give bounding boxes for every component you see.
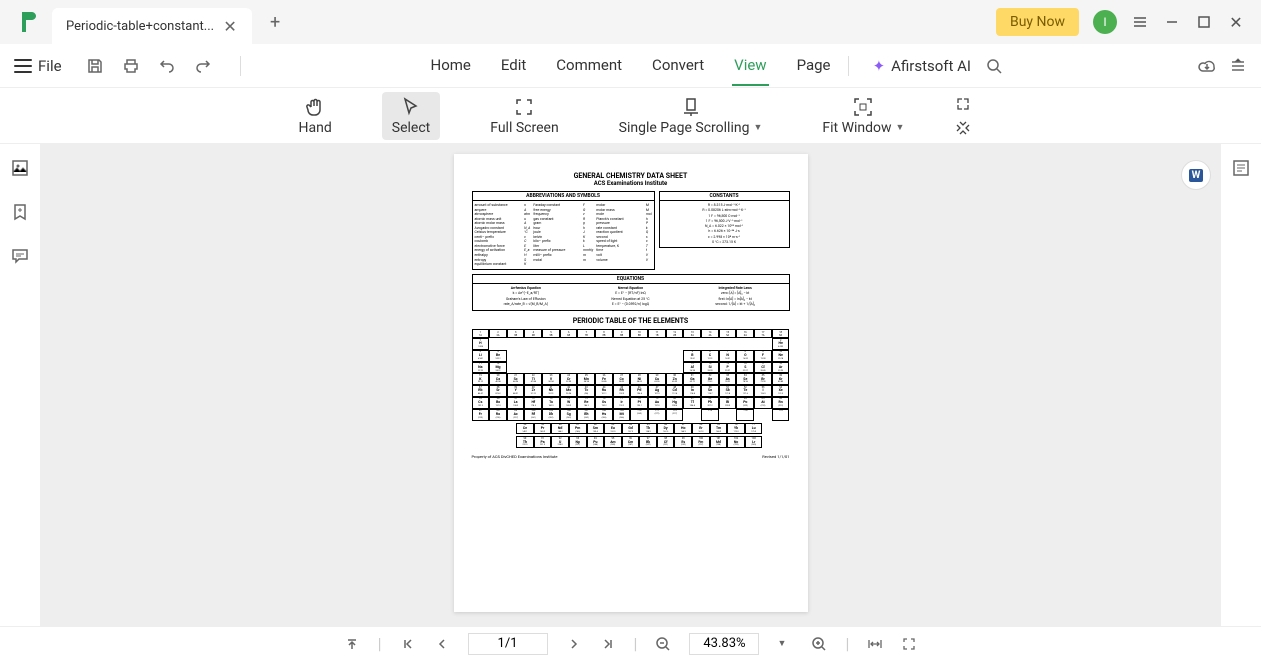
ai-button[interactable]: ✦ Afirstsoft AI bbox=[873, 57, 971, 75]
tab-convert[interactable]: Convert bbox=[650, 46, 706, 86]
zoom-input[interactable] bbox=[689, 633, 759, 655]
tab-edit[interactable]: Edit bbox=[499, 46, 528, 86]
menu-icon[interactable] bbox=[1131, 13, 1149, 31]
cloud-icon[interactable] bbox=[1197, 57, 1215, 75]
eq-col-3: Integrated Rate Lawszero: [A] = [A]₀ − k… bbox=[684, 286, 787, 308]
single-page-tool[interactable]: Single Page Scrolling ▼ bbox=[609, 92, 773, 140]
tab-page[interactable]: Page bbox=[795, 46, 833, 86]
tab-title: Periodic-table+constant... bbox=[66, 19, 214, 34]
hand-icon bbox=[304, 96, 326, 118]
single-page-label: Single Page Scrolling ▼ bbox=[619, 120, 763, 136]
const-table: R = 8.315 J·mol⁻¹·K⁻¹R = 0.08206 L·atm·m… bbox=[659, 200, 790, 248]
comment-icon[interactable] bbox=[10, 246, 30, 266]
divider bbox=[240, 56, 241, 76]
periodic-table: 1H1.0082He4.0033Li6.9414Be9.0125B10.816C… bbox=[472, 338, 790, 420]
tab-home[interactable]: Home bbox=[428, 46, 472, 86]
view-tools-stack bbox=[954, 95, 972, 137]
page-input[interactable] bbox=[468, 633, 548, 655]
save-icon[interactable] bbox=[86, 57, 104, 75]
actinides-row: 90Th232.091Pa231.092U238.093Np(237)94Pu(… bbox=[499, 436, 763, 448]
hamburger-icon bbox=[14, 59, 32, 73]
doc-title: GENERAL CHEMISTRY DATA SHEET bbox=[472, 172, 790, 180]
outline-icon[interactable] bbox=[1231, 158, 1251, 178]
hand-label: Hand bbox=[299, 120, 332, 136]
fit-window-tool[interactable]: Fit Window ▼ bbox=[812, 92, 914, 140]
fullscreen-tool[interactable]: Full Screen bbox=[480, 92, 568, 140]
pt-title: PERIODIC TABLE OF THE ELEMENTS bbox=[472, 317, 790, 325]
document-tab[interactable]: Periodic-table+constant... ✕ bbox=[52, 8, 252, 44]
add-tab-button[interactable]: + bbox=[260, 7, 290, 37]
thumbnails-icon[interactable] bbox=[10, 158, 30, 178]
zoom-dropdown-icon[interactable]: ▼ bbox=[777, 638, 793, 649]
fit-page-icon[interactable] bbox=[901, 636, 917, 652]
menubar: File Home Edit Comment Convert View Page ✦ Af… bbox=[0, 44, 1261, 88]
fit-window-label: Fit Window ▼ bbox=[822, 120, 904, 136]
revised-text: Revised 1/1/01 bbox=[762, 454, 789, 459]
periodic-table-groups: 11A22A33B44B55B66B77B88B98B108B111B122B1… bbox=[472, 329, 790, 338]
chevron-down-icon: ▼ bbox=[753, 122, 762, 133]
select-tool[interactable]: Select bbox=[382, 92, 440, 140]
abbr-table: amount of substancenFaraday constantFmol… bbox=[472, 200, 655, 270]
right-rail bbox=[1221, 144, 1261, 626]
doc-footer: Property of ACS DivCHED Examinations Ins… bbox=[472, 454, 790, 459]
window-close-icon[interactable]: ✕ bbox=[1227, 13, 1245, 31]
eq-col-1: Arrhenius Equationk = Ae^(−E_a/RT)Graham… bbox=[475, 286, 578, 308]
zoom-out-icon[interactable] bbox=[655, 636, 671, 652]
titlebar: Periodic-table+constant... ✕ + Buy Now I… bbox=[0, 0, 1261, 44]
equations-section: EQUATIONS Arrhenius Equationk = Ae^(−E_a… bbox=[472, 274, 790, 311]
single-page-icon bbox=[680, 96, 702, 118]
scroll-top-icon[interactable] bbox=[344, 636, 360, 652]
sparkle-icon: ✦ bbox=[873, 57, 886, 75]
fit-width-icon[interactable] bbox=[867, 636, 883, 652]
tab-view[interactable]: View bbox=[732, 46, 768, 86]
panel-icon[interactable] bbox=[1229, 57, 1247, 75]
eq-heading: EQUATIONS bbox=[473, 275, 789, 284]
lanthanides-row: 58Ce140.159Pr140.960Nd144.261Pm(145)62Sm… bbox=[499, 423, 763, 435]
buy-now-button[interactable]: Buy Now bbox=[996, 8, 1079, 36]
eq-col-2: Nernst EquationE = E° − (RT/nF) lnQNerns… bbox=[579, 286, 682, 308]
pdf-page: GENERAL CHEMISTRY DATA SHEET ACS Examina… bbox=[454, 154, 808, 612]
page-viewport[interactable]: GENERAL CHEMISTRY DATA SHEET ACS Examina… bbox=[40, 144, 1221, 626]
bottombar: | | ▼ | bbox=[0, 626, 1261, 660]
avatar[interactable]: I bbox=[1093, 10, 1117, 34]
chevron-down-icon: ▼ bbox=[896, 122, 905, 133]
prev-page-icon[interactable] bbox=[434, 636, 450, 652]
property-text: Property of ACS DivCHED Examinations Ins… bbox=[472, 454, 558, 459]
last-page-icon[interactable] bbox=[600, 636, 616, 652]
hand-tool[interactable]: Hand bbox=[289, 92, 342, 140]
select-label: Select bbox=[392, 120, 430, 136]
file-menu[interactable]: File bbox=[14, 57, 62, 75]
const-heading: CONSTANTS bbox=[659, 191, 790, 200]
cursor-icon bbox=[400, 96, 422, 118]
print-icon[interactable] bbox=[122, 57, 140, 75]
fit-window-icon bbox=[852, 96, 874, 118]
first-page-icon[interactable] bbox=[400, 636, 416, 652]
minimize-icon[interactable] bbox=[1163, 13, 1181, 31]
maximize-icon[interactable] bbox=[1195, 13, 1213, 31]
next-page-icon[interactable] bbox=[566, 636, 582, 652]
file-label: File bbox=[38, 57, 62, 75]
doc-subtitle: ACS Examinations Institute bbox=[472, 180, 790, 187]
expand-icon[interactable] bbox=[954, 119, 972, 137]
undo-icon[interactable] bbox=[158, 57, 176, 75]
close-icon[interactable]: ✕ bbox=[222, 18, 238, 34]
ai-label-text: Afirstsoft AI bbox=[891, 57, 971, 75]
abbr-heading: ABBREVIATIONS AND SYMBOLS bbox=[472, 191, 655, 200]
crop-icon[interactable] bbox=[954, 95, 972, 113]
zoom-in-icon[interactable] bbox=[811, 636, 827, 652]
app-logo bbox=[16, 8, 44, 36]
left-rail bbox=[0, 144, 40, 626]
main-tabs: Home Edit Comment Convert View Page bbox=[428, 46, 832, 86]
fullscreen-label: Full Screen bbox=[490, 120, 558, 136]
content-area: GENERAL CHEMISTRY DATA SHEET ACS Examina… bbox=[0, 144, 1261, 626]
fullscreen-icon bbox=[513, 96, 535, 118]
export-word-button[interactable]: W bbox=[1181, 160, 1211, 190]
divider bbox=[848, 56, 849, 76]
bookmark-icon[interactable] bbox=[10, 202, 30, 222]
ribbon: Hand Select Full Screen Single Page Scro… bbox=[0, 88, 1261, 144]
search-icon[interactable] bbox=[985, 57, 1003, 75]
redo-icon[interactable] bbox=[194, 57, 212, 75]
tab-comment[interactable]: Comment bbox=[554, 46, 624, 86]
